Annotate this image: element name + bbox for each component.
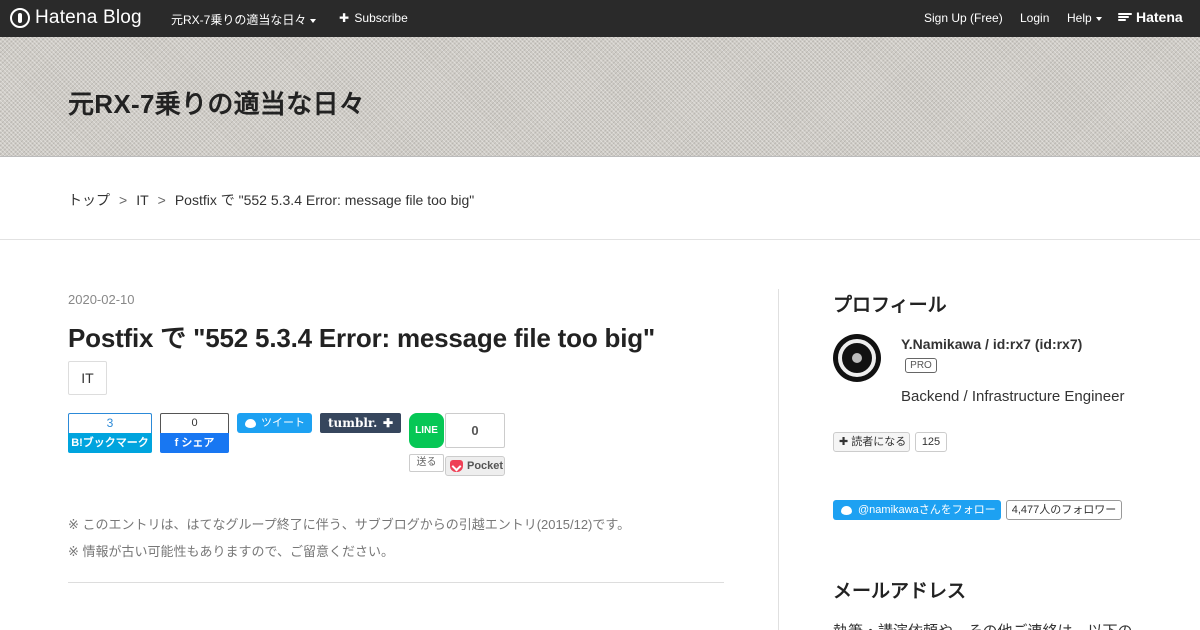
blog-title[interactable]: 元RX-7乗りの適当な日々 <box>68 84 365 121</box>
blog-header: 元RX-7乗りの適当な日々 <box>0 37 1200 157</box>
column-divider <box>778 289 779 630</box>
signup-link[interactable]: Sign Up (Free) <box>924 11 1003 25</box>
login-link[interactable]: Login <box>1020 11 1049 25</box>
hatena-bookmark-label: B!ブックマーク <box>68 433 152 453</box>
twitter-follow-label: @namikawaさんをフォロー <box>858 504 996 516</box>
breadcrumb-current: Postfix で "552 5.3.4 Error: message file… <box>174 192 475 208</box>
facebook-share-button[interactable]: 0 f シェア <box>160 413 229 453</box>
hatena-bookmark-button[interactable]: 3 B!ブックマーク <box>68 413 152 453</box>
facebook-share-count: 0 <box>160 413 229 433</box>
subscribe-label: Subscribe <box>354 11 408 25</box>
tumblr-label: tumblr. <box>328 416 378 430</box>
twitter-bird-icon <box>245 418 256 428</box>
profile-description: Backend / Infrastructure Engineer <box>901 388 1125 405</box>
hatena-bookmark-count: 3 <box>68 413 152 433</box>
profile-heading: プロフィール <box>833 295 947 316</box>
twitter-follower-count[interactable]: 4,477人のフォロワー <box>1006 500 1122 520</box>
entry-title[interactable]: Postfix で "552 5.3.4 Error: message file… <box>68 318 655 355</box>
breadcrumb-separator: > <box>119 192 128 208</box>
line-share-icon[interactable]: LINE <box>409 413 444 448</box>
hatena-blog-logo[interactable]: Hatena Blog <box>10 7 142 28</box>
breadcrumb-category[interactable]: IT <box>136 192 148 208</box>
tumblr-share-button[interactable]: tumblr. ✚ <box>320 413 401 433</box>
entry-divider <box>68 582 724 583</box>
facebook-share-label: f シェア <box>160 433 229 453</box>
logo-text: Hatena Blog <box>35 7 142 28</box>
chevron-down-icon <box>1095 16 1102 21</box>
hatena-label: Hatena <box>1136 9 1183 25</box>
twitter-bird-icon <box>841 505 852 515</box>
entry-category-tag[interactable]: IT <box>68 361 107 395</box>
line-send-button[interactable]: 送る <box>409 454 444 472</box>
blog-name-menu[interactable]: 元RX-7乗りの適当な日々 <box>171 11 317 28</box>
chevron-down-icon <box>310 18 317 23</box>
pocket-label: Pocket <box>467 460 504 472</box>
global-header: Hatena Blog 元RX-7乗りの適当な日々 ✚ Subscribe Si… <box>0 0 1200 37</box>
pocket-icon <box>450 460 463 472</box>
tweet-label: ツイート <box>261 417 305 429</box>
entry-note: ※ 情報が古い可能性もありますので、ご留意ください。 <box>68 544 394 559</box>
subscribe-link[interactable]: ✚ Subscribe <box>339 11 408 25</box>
hatena-blog-logo-icon <box>10 8 30 28</box>
subscribe-reader-button[interactable]: ✚ 読者になる <box>833 432 910 452</box>
entry-date[interactable]: 2020-02-10 <box>68 292 135 307</box>
hatena-wing-icon <box>1118 12 1132 22</box>
help-menu[interactable]: Help <box>1067 11 1102 25</box>
help-label: Help <box>1067 11 1092 25</box>
plus-icon: ✚ <box>339 11 350 25</box>
subscribe-reader-label: 読者になる <box>851 436 907 448</box>
pocket-count: 0 <box>445 413 505 448</box>
breadcrumb-top[interactable]: トップ <box>68 192 110 208</box>
plus-icon: ✚ <box>382 416 393 430</box>
avatar-hub <box>852 353 862 363</box>
steering-wheel-avatar[interactable] <box>833 334 881 382</box>
breadcrumb: トップ > IT > Postfix で "552 5.3.4 Error: messa… <box>68 190 474 210</box>
breadcrumb-divider <box>0 239 1200 240</box>
twitter-tweet-button[interactable]: ツイート <box>237 413 312 433</box>
subscriber-count[interactable]: 125 <box>915 432 947 452</box>
breadcrumb-separator: > <box>157 192 166 208</box>
entry-notes: ※ このエントリは、はてなグループ終了に伴う、サブブログからの引越エントリ(20… <box>68 511 630 565</box>
mail-description: 執筆・講演依頼や、その他ご連絡は、以下の <box>833 620 1133 630</box>
plus-icon: ✚ <box>839 436 849 448</box>
entry-note: ※ このエントリは、はてなグループ終了に伴う、サブブログからの引越エントリ(20… <box>68 517 631 532</box>
pocket-button[interactable]: Pocket <box>445 456 505 476</box>
blog-name-label: 元RX-7乗りの適当な日々 <box>171 13 307 27</box>
profile-name[interactable]: Y.Namikawa / id:rx7 (id:rx7) <box>901 336 1082 352</box>
hatena-link[interactable]: Hatena <box>1118 9 1183 25</box>
pro-badge[interactable]: PRO <box>905 358 937 373</box>
mail-heading: メールアドレス <box>833 581 967 602</box>
twitter-follow-button[interactable]: @namikawaさんをフォロー <box>833 500 1001 520</box>
